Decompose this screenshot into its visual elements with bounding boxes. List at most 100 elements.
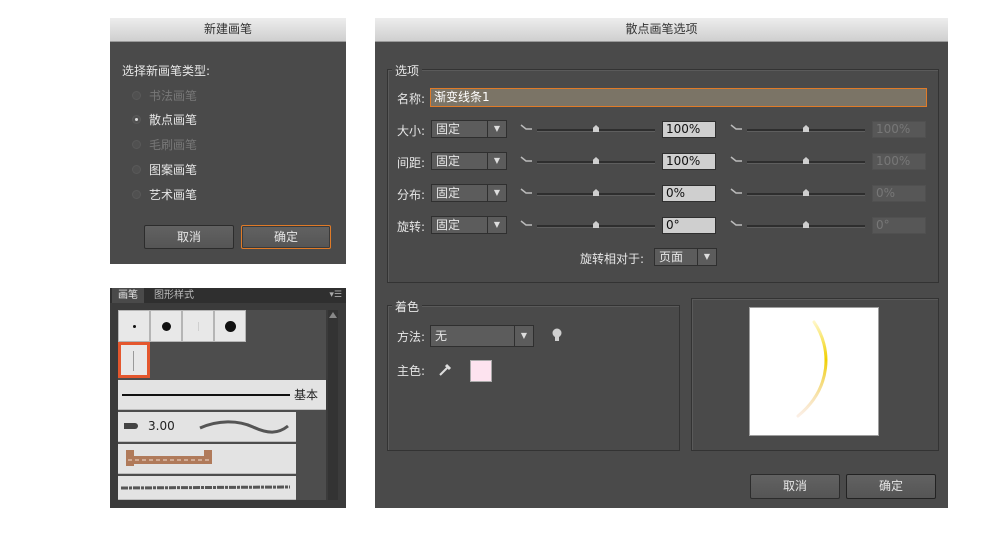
calligraphic-pen-icon	[124, 423, 138, 429]
name-input[interactable]: 渐变线条1	[430, 88, 927, 107]
scatter-brush-options-dialog: 散点画笔选项 选项 名称: 渐变线条1 大小: 固定 ▼ 100% 100% 间…	[375, 18, 948, 508]
rotation-slider[interactable]	[519, 218, 655, 232]
colorization-method-select[interactable]: 无 ▼	[430, 325, 534, 347]
brush-swatch-small-dot[interactable]	[118, 310, 150, 342]
slider-max-icon	[730, 156, 742, 162]
spacing-max-value-field: 100%	[872, 153, 926, 170]
brush-swatch-large-dot[interactable]	[214, 310, 246, 342]
tab-graphic-styles[interactable]: 图形样式	[148, 288, 200, 303]
rotation-relative-value: 页面	[659, 250, 684, 264]
slider-thumb	[803, 157, 809, 164]
slider-max-icon	[730, 188, 742, 194]
spacing-method-select[interactable]: 固定 ▼	[431, 152, 507, 170]
slider-thumb[interactable]	[593, 125, 599, 132]
size-value-field[interactable]: 100%	[662, 121, 716, 138]
ok-button[interactable]: 确定	[241, 225, 331, 249]
scatter-slider[interactable]	[519, 186, 655, 200]
radio-label: 散点画笔	[149, 112, 198, 127]
size-slider-max	[729, 122, 865, 136]
slider-min-icon	[520, 124, 532, 130]
size-method-select[interactable]: 固定 ▼	[431, 120, 507, 138]
brush-row-pattern[interactable]	[118, 444, 296, 474]
rotation-method-value: 固定	[436, 218, 461, 232]
large-dot-icon	[225, 321, 236, 332]
cancel-button[interactable]: 取消	[144, 225, 234, 249]
radio-dot	[132, 164, 141, 174]
spacing-label: 间距:	[397, 156, 426, 170]
faint-line-icon	[198, 322, 199, 331]
new-brush-dialog: 新建画笔 选择新画笔类型: 书法画笔 散点画笔 毛刷画笔 图案画笔 艺术画笔 取…	[110, 18, 346, 264]
chevron-down-icon: ▼	[487, 217, 506, 233]
radio-scatter-brush[interactable]: 散点画笔	[132, 110, 197, 128]
ok-button[interactable]: 确定	[846, 474, 936, 499]
rotation-method-select[interactable]: 固定 ▼	[431, 216, 507, 234]
brush-row-calligraphic[interactable]: 3.00	[118, 412, 296, 442]
tab-brushes[interactable]: 画笔	[112, 288, 144, 303]
spacing-method-value: 固定	[436, 154, 461, 168]
chevron-down-icon: ▼	[514, 326, 533, 346]
slider-thumb[interactable]	[593, 221, 599, 228]
scatter-slider-max	[729, 186, 865, 200]
radio-label: 毛刷画笔	[149, 137, 198, 152]
radio-dot	[132, 114, 141, 124]
brush-swatch-medium-dot[interactable]	[150, 310, 182, 342]
brush-row-charcoal[interactable]	[118, 476, 296, 500]
slider-min-icon	[520, 188, 532, 194]
rotation-label: 旋转:	[397, 220, 426, 234]
cancel-button[interactable]: 取消	[750, 474, 840, 499]
brushes-panel: 画笔 图形样式 ▾☰ 基本 3.00	[110, 288, 346, 508]
scroll-up-arrow-icon[interactable]	[329, 312, 337, 318]
new-brush-title: 新建画笔	[110, 18, 346, 42]
radio-dot	[132, 189, 141, 199]
slider-thumb	[803, 221, 809, 228]
radio-bristle-brush[interactable]: 毛刷画笔	[132, 135, 197, 153]
key-color-label: 主色:	[397, 364, 426, 378]
brush-row-basic[interactable]: 基本	[118, 380, 326, 410]
basic-brush-label: 基本	[294, 388, 319, 402]
stroke-weight-label: 3.00	[148, 419, 175, 433]
spacing-slider-max	[729, 154, 865, 168]
spacing-value-field[interactable]: 100%	[662, 153, 716, 170]
chevron-down-icon: ▼	[487, 153, 506, 169]
scatter-value-field[interactable]: 0%	[662, 185, 716, 202]
eyedropper-icon[interactable]	[437, 362, 453, 378]
basic-stroke-icon	[122, 394, 290, 396]
size-max-value-field: 100%	[872, 121, 926, 138]
key-color-swatch[interactable]	[470, 360, 492, 382]
radio-calligraphic-brush[interactable]: 书法画笔	[132, 86, 197, 104]
slider-thumb[interactable]	[593, 157, 599, 164]
rotation-relative-select[interactable]: 页面 ▼	[654, 248, 717, 266]
method-label: 方法:	[397, 330, 426, 344]
radio-pattern-brush[interactable]: 图案画笔	[132, 160, 197, 178]
gradient-stroke-preview-icon	[796, 320, 828, 418]
options-group-label: 选项	[392, 62, 423, 79]
colorization-group-label: 着色	[392, 298, 423, 315]
panel-scrollbar[interactable]	[328, 310, 338, 500]
brush-swatch-new-scatter[interactable]	[118, 342, 150, 378]
name-label: 名称:	[397, 92, 426, 106]
radio-label: 艺术画笔	[149, 187, 198, 202]
size-label: 大小:	[397, 124, 426, 138]
chevron-down-icon: ▼	[697, 249, 716, 265]
slider-thumb[interactable]	[593, 189, 599, 196]
scatter-method-value: 固定	[436, 186, 461, 200]
radio-art-brush[interactable]: 艺术画笔	[132, 185, 197, 203]
rotation-relative-label: 旋转相对于:	[580, 252, 645, 266]
scatter-label: 分布:	[397, 188, 426, 202]
slider-thumb	[803, 125, 809, 132]
scatter-method-select[interactable]: 固定 ▼	[431, 184, 507, 202]
slider-max-icon	[730, 220, 742, 226]
size-slider[interactable]	[519, 122, 655, 136]
radio-dot	[132, 90, 141, 100]
slider-thumb	[803, 189, 809, 196]
rotation-value-field[interactable]: 0°	[662, 217, 716, 234]
rotation-slider-max	[729, 218, 865, 232]
slider-min-icon	[520, 156, 532, 162]
scatter-dialog-title: 散点画笔选项	[375, 18, 948, 42]
tips-lightbulb-icon[interactable]	[551, 327, 563, 343]
spacing-slider[interactable]	[519, 154, 655, 168]
panel-menu-icon[interactable]: ▾☰	[329, 290, 342, 300]
medium-dot-icon	[162, 322, 171, 331]
small-dot-icon	[133, 325, 136, 328]
brush-swatch-faint[interactable]	[182, 310, 214, 342]
